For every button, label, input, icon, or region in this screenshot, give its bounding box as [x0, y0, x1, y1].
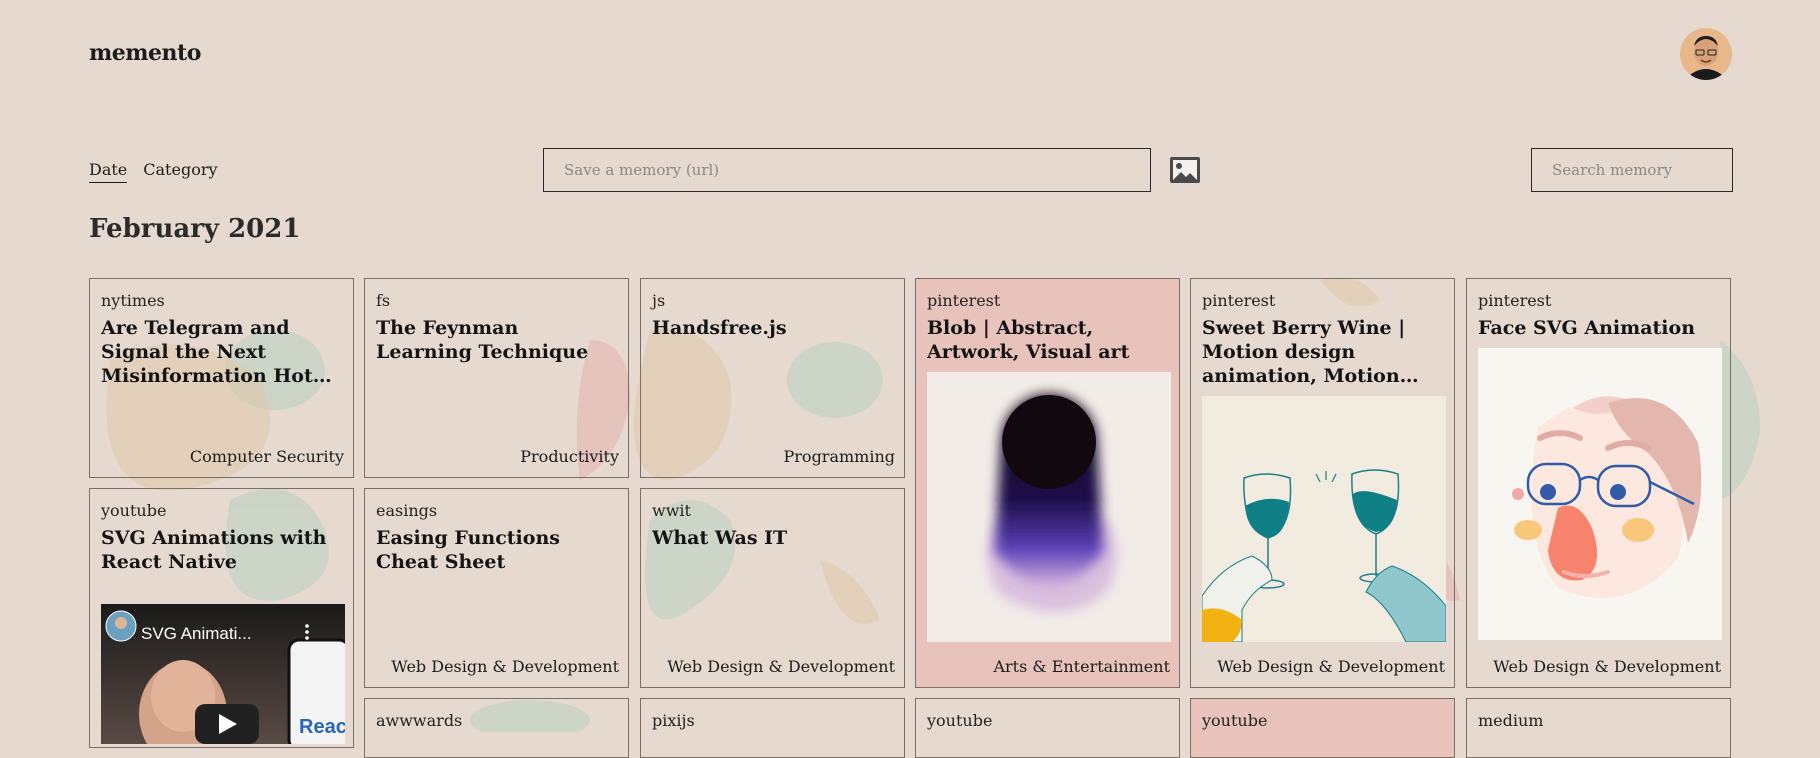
- memory-card[interactable]: pixijs: [640, 698, 905, 758]
- card-thumbnail: [927, 372, 1171, 642]
- card-source: youtube: [927, 711, 993, 730]
- card-title: Sweet Berry Wine | Motion design animati…: [1202, 317, 1406, 387]
- card-title: The Feynman Learning Technique: [376, 317, 589, 363]
- view-category-tab[interactable]: Category: [143, 160, 217, 183]
- view-date-tab[interactable]: Date: [89, 160, 128, 183]
- memory-card[interactable]: awwwards: [364, 698, 629, 758]
- video-phone-text: Reac: [299, 716, 345, 738]
- card-title: SVG Animations with React Native: [101, 527, 327, 573]
- user-avatar[interactable]: [1680, 28, 1732, 80]
- card-category: Web Design & Development: [667, 657, 895, 676]
- memory-card[interactable]: nytimes Are Telegram and Signal the Next…: [89, 278, 354, 478]
- card-thumbnail: [1478, 348, 1722, 640]
- month-heading: February 2021: [89, 214, 301, 244]
- card-category: Web Design & Development: [391, 657, 619, 676]
- image-upload-icon[interactable]: [1169, 156, 1201, 184]
- card-title: What Was IT: [652, 527, 788, 549]
- card-thumbnail: [1202, 396, 1446, 642]
- card-title: Are Telegram and Signal the Next Misinfo…: [101, 317, 313, 387]
- card-source: pixijs: [652, 711, 695, 730]
- card-source: youtube: [101, 501, 167, 520]
- video-title: SVG Animati...: [141, 624, 252, 643]
- card-source: pinterest: [1478, 291, 1552, 310]
- memory-card[interactable]: easings Easing Functions Cheat Sheet Web…: [364, 488, 629, 688]
- card-source: wwit: [652, 501, 691, 520]
- card-source: easings: [376, 501, 438, 520]
- memory-card[interactable]: fs The Feynman Learning Technique Produc…: [364, 278, 629, 478]
- card-title: Easing Functions Cheat Sheet: [376, 527, 560, 573]
- card-category: Arts & Entertainment: [993, 657, 1170, 676]
- blob-artwork-image: [927, 372, 1171, 642]
- card-category: Programming: [783, 447, 895, 466]
- app-logo[interactable]: memento: [89, 40, 201, 66]
- video-thumbnail[interactable]: SVG Animati... Reac: [101, 604, 345, 744]
- card-title: Face SVG Animation: [1478, 317, 1696, 339]
- card-category: Productivity: [520, 447, 619, 466]
- card-source: medium: [1478, 711, 1544, 730]
- memory-card[interactable]: js Handsfree.js Programming: [640, 278, 905, 478]
- card-title: Handsfree.js: [652, 317, 787, 339]
- memory-card[interactable]: youtube SVG Animations with React Native…: [89, 488, 354, 748]
- card-title: Blob | Abstract, Artwork, Visual art: [927, 317, 1130, 363]
- wine-glasses-image: [1202, 396, 1446, 642]
- memory-card[interactable]: pinterest Blob | Abstract, Artwork, Visu…: [915, 278, 1180, 688]
- memory-card[interactable]: wwit What Was IT Web Design & Developmen…: [640, 488, 905, 688]
- view-toggle: Date Category: [89, 160, 218, 183]
- avatar-portrait: [1680, 28, 1732, 80]
- card-source: pinterest: [1202, 291, 1276, 310]
- memory-card[interactable]: pinterest Sweet Berry Wine | Motion desi…: [1190, 278, 1455, 688]
- card-source: fs: [376, 291, 391, 310]
- card-source: youtube: [1202, 711, 1268, 730]
- card-category: Computer Security: [189, 447, 344, 466]
- save-memory-input[interactable]: [543, 148, 1151, 192]
- card-category: Web Design & Development: [1493, 657, 1721, 676]
- card-source: awwwards: [376, 711, 463, 730]
- card-source: pinterest: [927, 291, 1001, 310]
- memory-card[interactable]: pinterest Face SVG Animation Web Design …: [1466, 278, 1731, 688]
- memory-card[interactable]: youtube: [1190, 698, 1455, 758]
- card-category: Web Design & Development: [1217, 657, 1445, 676]
- search-memory-input[interactable]: [1531, 148, 1733, 192]
- card-source: js: [652, 291, 666, 310]
- face-illustration-image: [1478, 348, 1722, 640]
- card-source: nytimes: [101, 291, 165, 310]
- memory-card[interactable]: youtube: [915, 698, 1180, 758]
- memory-card[interactable]: medium: [1466, 698, 1731, 758]
